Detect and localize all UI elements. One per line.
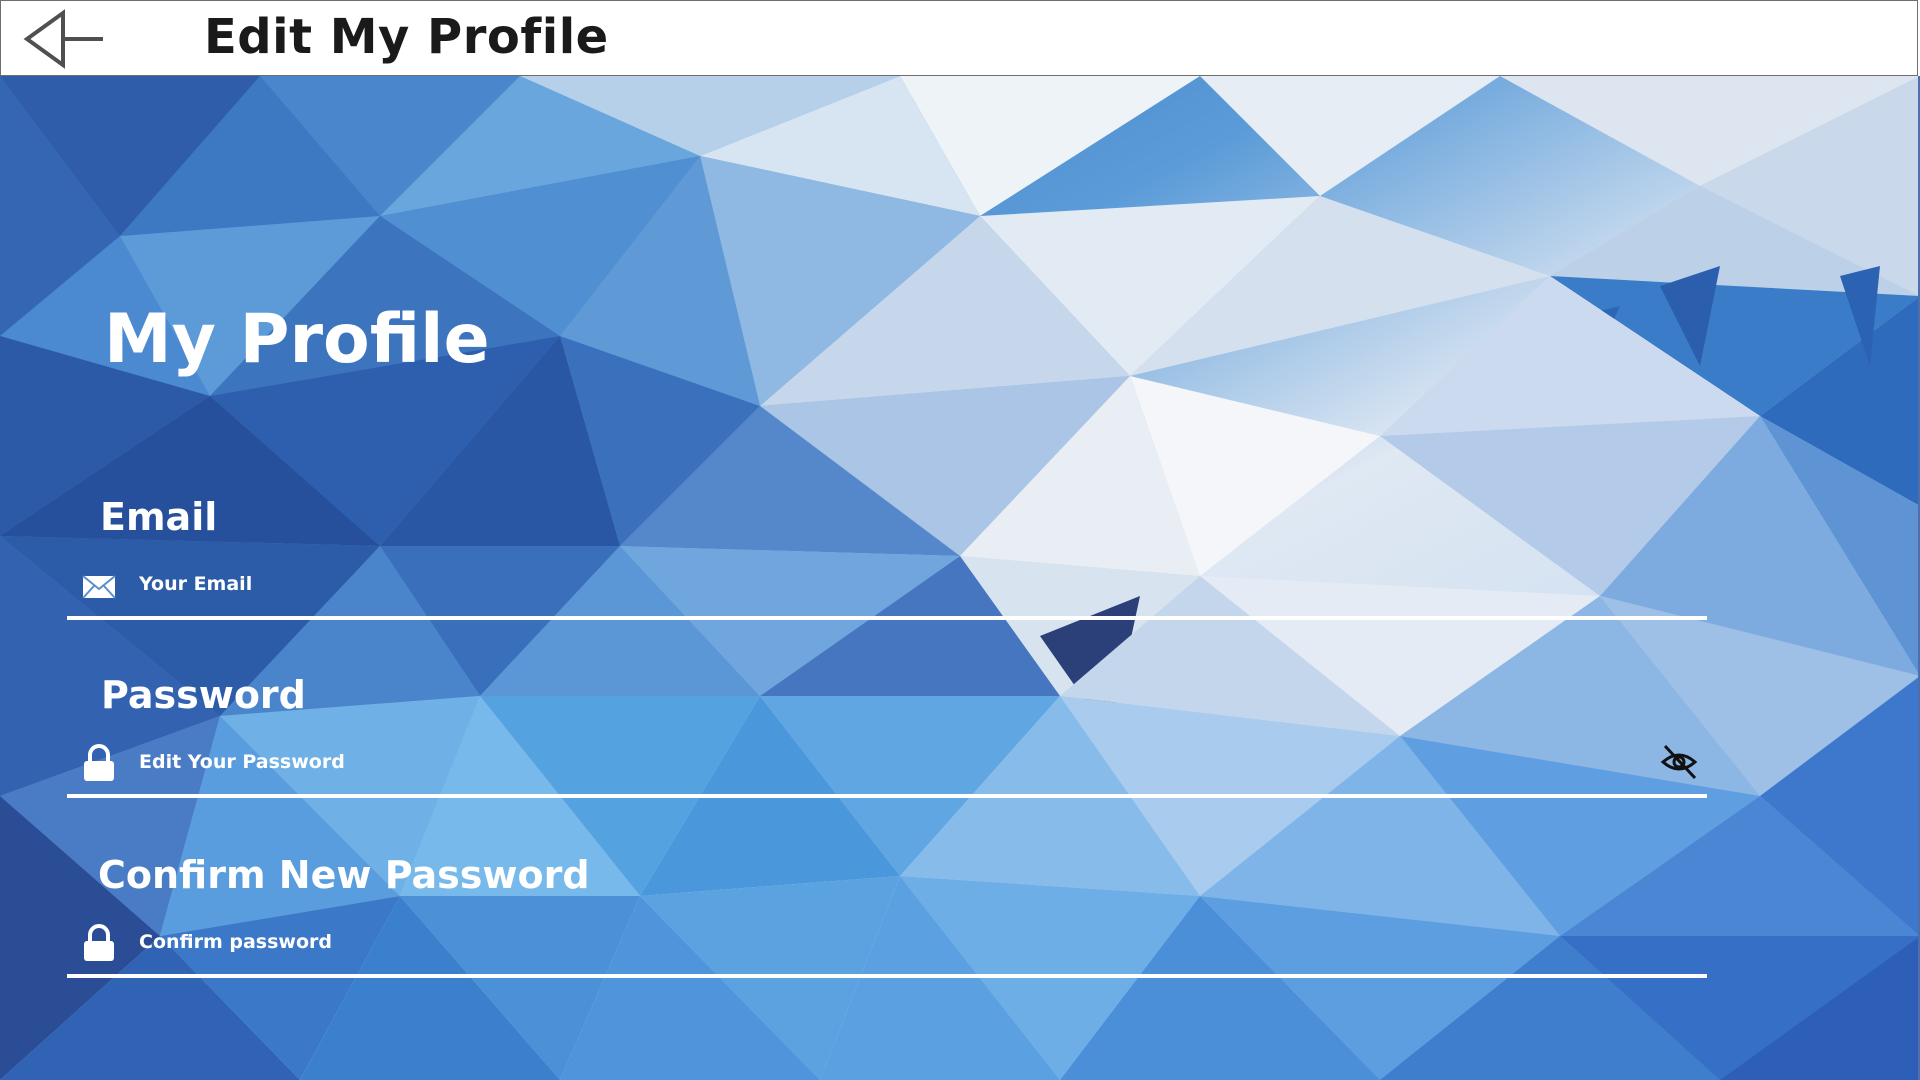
confirm-password-field-row	[67, 912, 1707, 978]
confirm-password-input[interactable]	[139, 922, 1619, 962]
confirm-password-label: Confirm New Password	[98, 853, 590, 897]
arrow-left-icon	[23, 9, 103, 69]
email-input[interactable]	[139, 564, 1619, 604]
eye-off-icon	[1660, 744, 1698, 780]
page-title: Edit My Profile	[204, 9, 609, 65]
lock-icon	[84, 744, 114, 781]
envelope-icon	[82, 575, 116, 599]
password-label: Password	[101, 673, 306, 717]
profile-heading: My Profile	[104, 300, 490, 379]
password-visibility-toggle[interactable]	[1659, 742, 1699, 782]
email-label: Email	[100, 495, 218, 539]
password-field-row	[67, 732, 1707, 798]
profile-form-area: My Profile Email Password	[0, 76, 1920, 1080]
back-button[interactable]	[23, 9, 107, 69]
app-window: Edit My Profile My Profile Email Your Em…	[0, 0, 1920, 1080]
lock-icon	[84, 924, 114, 961]
password-input[interactable]	[139, 742, 1619, 782]
header-bar: Edit My Profile	[0, 0, 1918, 76]
email-field-row	[67, 554, 1707, 620]
